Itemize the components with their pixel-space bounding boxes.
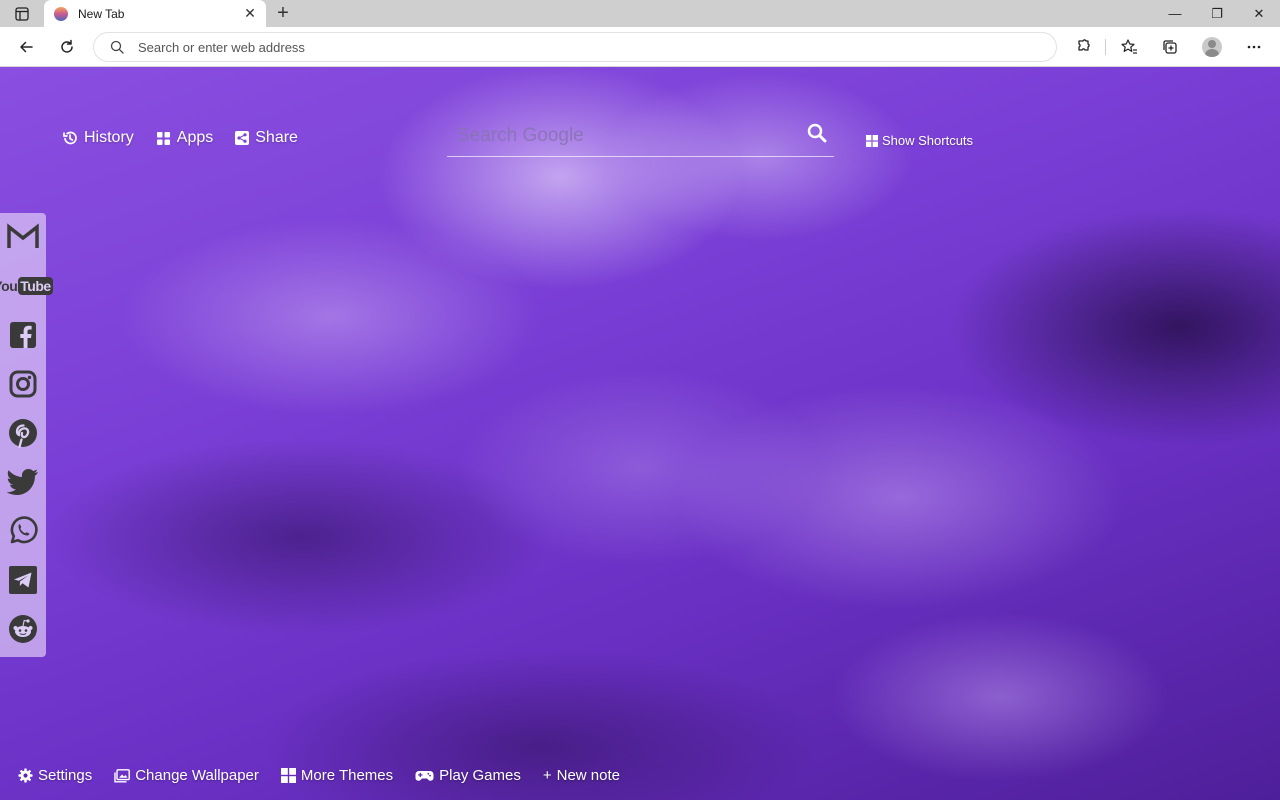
refresh-icon [61,39,73,53]
bottom-bar: Settings Change Wallpaper More Themes Pl… [18,767,642,784]
windows-grid-icon [280,768,296,783]
puzzle-icon [1078,39,1090,51]
history-link-label: History [84,129,134,146]
settings-button[interactable]: Settings [18,767,92,784]
windows-grid-icon [866,134,878,147]
new-note-plus: + [542,767,552,784]
tab-favicon-icon [54,6,68,21]
tab-actions-button[interactable] [10,5,34,23]
telegram-link[interactable] [0,557,46,603]
facebook-link[interactable] [0,312,46,358]
youtube-icon: YouTube [0,277,53,295]
share-link-label: Share [255,129,298,146]
pinterest-icon [9,419,37,448]
pinterest-link[interactable] [0,410,46,456]
maximize-button[interactable]: ❐ [1196,0,1238,27]
address-bar[interactable] [93,32,1057,62]
tab-title: New Tab [78,6,125,21]
address-input[interactable] [138,39,1018,55]
active-tab[interactable]: New Tab ✕ [44,0,266,27]
instagram-icon [9,370,37,398]
apps-grid-icon [156,131,170,145]
change-wallpaper-button[interactable]: Change Wallpaper [114,767,259,784]
youtube-text-you: You [0,278,18,294]
collections-icon [1163,40,1177,54]
search-button[interactable] [805,121,829,145]
google-search-input[interactable] [457,121,787,151]
favorites-star-icon [1121,39,1137,54]
more-options-button[interactable] [1240,33,1268,61]
twitter-link[interactable] [0,459,46,505]
new-note-label: New note [556,767,620,784]
google-search-box [447,115,834,157]
apps-link[interactable]: Apps [156,129,213,147]
extensions-button[interactable] [1070,33,1098,61]
gear-icon [18,768,33,783]
history-icon [63,131,77,145]
apps-link-label: Apps [176,129,214,146]
top-links: History Apps Share [62,129,320,147]
share-icon [235,131,250,145]
reddit-link[interactable] [0,606,46,652]
twitter-icon [7,469,38,495]
youtube-link[interactable]: YouTube [0,263,53,309]
wallpaper-icon [114,768,131,782]
show-shortcuts-button[interactable]: Show Shortcuts [866,133,973,148]
new-note-button[interactable]: + New note [543,767,620,784]
favorites-button[interactable] [1115,33,1143,61]
refresh-button[interactable] [53,33,81,61]
youtube-text-tube: Tube [18,277,53,295]
instagram-link[interactable] [0,361,46,407]
browser-toolbar [0,27,1280,67]
more-themes-button[interactable]: More Themes [280,767,394,784]
social-sidebar: YouTube [0,213,53,657]
history-link[interactable]: History [62,129,134,147]
settings-label: Settings [38,767,93,784]
close-window-button[interactable]: ✕ [1238,0,1280,27]
new-tab-button[interactable]: + [272,2,294,24]
new-tab-page: History Apps Share Search Google Show Sh… [0,67,1280,800]
telegram-icon [9,566,37,594]
search-icon [807,123,827,143]
whatsapp-icon [10,516,38,544]
back-button[interactable] [12,33,40,61]
avatar [1202,37,1222,57]
toolbar-divider [1105,39,1106,55]
tab-strip: New Tab ✕ + — ❐ ✕ [0,0,1280,27]
gmail-link[interactable] [0,214,46,260]
gmail-icon [7,223,39,248]
whatsapp-link[interactable] [0,508,46,554]
back-arrow-icon [20,41,33,53]
play-games-label: Play Games [439,767,521,784]
change-wallpaper-label: Change Wallpaper [135,767,259,784]
tab-actions-icon [15,7,29,21]
show-shortcuts-label: Show Shortcuts [882,133,974,148]
tab-close-icon[interactable]: ✕ [240,4,260,24]
share-link[interactable]: Share [235,129,298,147]
facebook-icon [10,322,36,348]
profile-button[interactable] [1198,33,1226,61]
search-icon [109,39,125,55]
collections-button[interactable] [1156,33,1184,61]
gamepad-icon [415,770,434,781]
reddit-icon [9,615,37,643]
play-games-button[interactable]: Play Games [415,767,521,784]
minimize-button[interactable]: — [1154,0,1196,27]
more-themes-label: More Themes [300,767,394,784]
more-dots-icon [1247,45,1261,49]
